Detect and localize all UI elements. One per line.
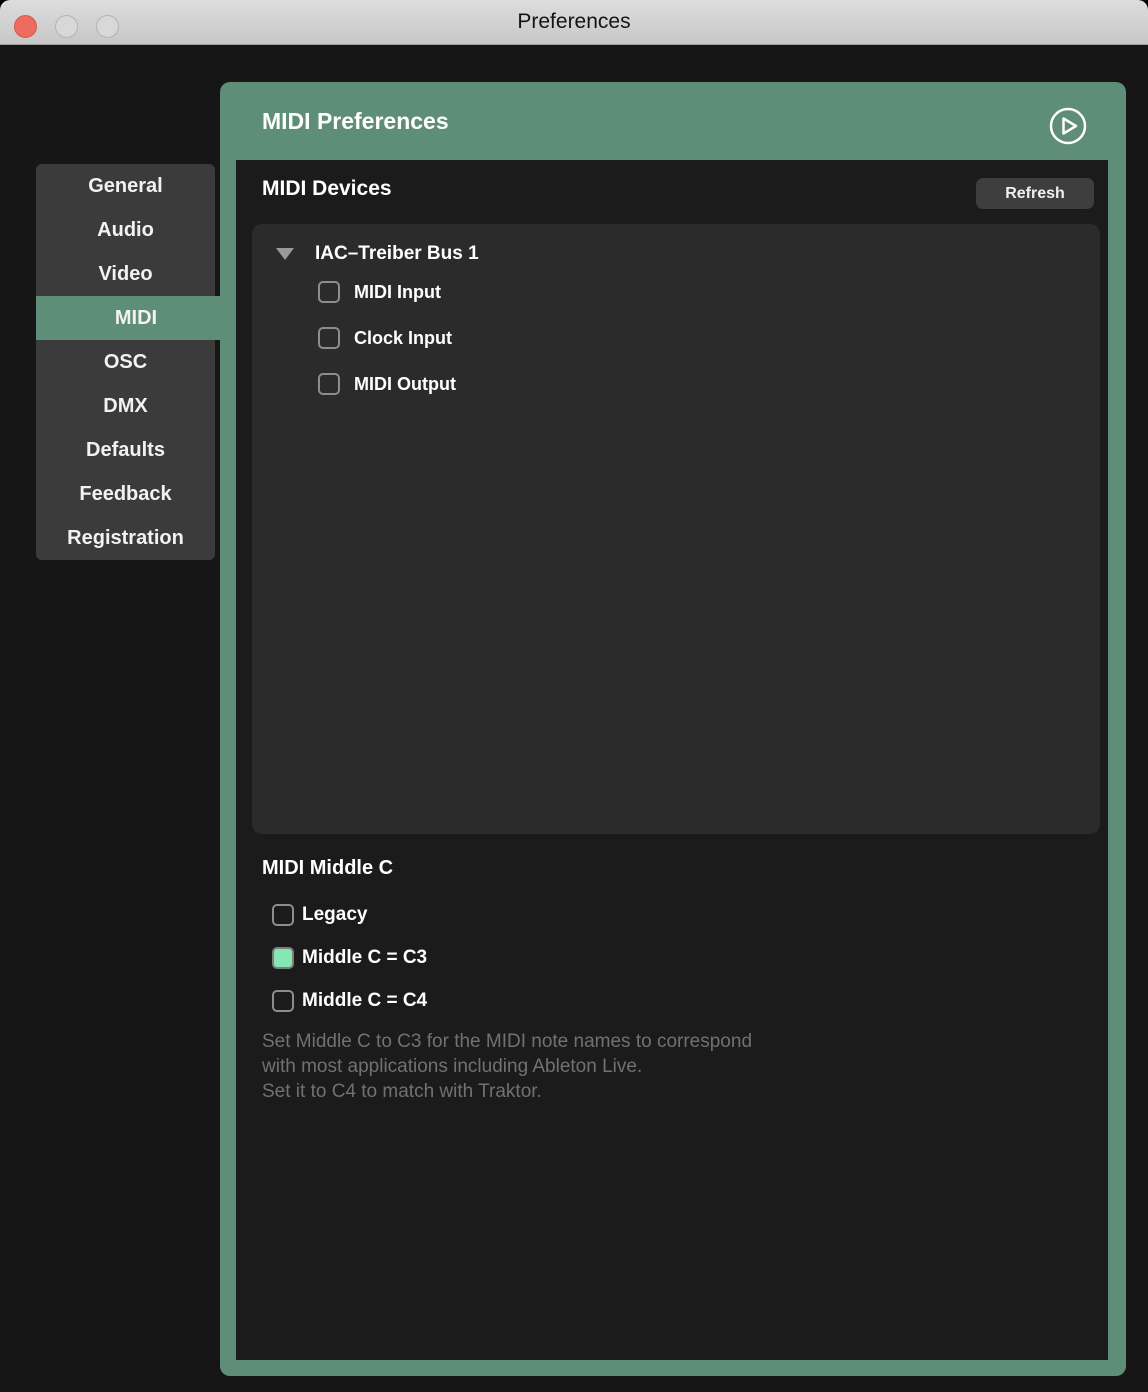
sidebar-item-osc[interactable]: OSC xyxy=(36,340,215,384)
middle-c-help-text: Set Middle C to C3 for the MIDI note nam… xyxy=(262,1029,752,1104)
midi-input-checkbox[interactable] xyxy=(318,281,340,303)
port-label: MIDI Input xyxy=(354,282,441,303)
middle-c-c3-checkbox[interactable] xyxy=(272,947,294,969)
zoom-button[interactable] xyxy=(96,15,119,38)
option-label: Legacy xyxy=(302,904,367,926)
midi-output-checkbox[interactable] xyxy=(318,373,340,395)
port-row-clock-input[interactable]: Clock Input xyxy=(318,315,1080,361)
option-row-middle-c-c3[interactable]: Middle C = C3 xyxy=(272,936,427,979)
middle-c-c4-checkbox[interactable] xyxy=(272,990,294,1012)
window-title: Preferences xyxy=(517,10,630,34)
sidebar-item-registration[interactable]: Registration xyxy=(36,516,215,560)
preferences-window: Preferences General Audio Video MIDI OSC… xyxy=(0,0,1148,1392)
option-label: Middle C = C3 xyxy=(302,947,427,969)
clock-input-checkbox[interactable] xyxy=(318,327,340,349)
minimize-button[interactable] xyxy=(55,15,78,38)
panel-title: MIDI Preferences xyxy=(262,82,449,160)
help-line: with most applications including Ableton… xyxy=(262,1054,752,1079)
sidebar-item-midi[interactable]: MIDI xyxy=(36,296,236,340)
close-button[interactable] xyxy=(14,15,37,38)
titlebar: Preferences xyxy=(0,0,1148,45)
sidebar-item-general[interactable]: General xyxy=(36,164,215,208)
panel-content: MIDI Devices Refresh IAC–Treiber Bus 1 M… xyxy=(236,160,1108,1360)
port-row-midi-input[interactable]: MIDI Input xyxy=(318,269,1080,315)
midi-preferences-panel: MIDI Preferences MIDI Devices Refresh IA… xyxy=(220,82,1126,1376)
option-label: Middle C = C4 xyxy=(302,990,427,1012)
option-row-legacy[interactable]: Legacy xyxy=(272,893,427,936)
port-row-midi-output[interactable]: MIDI Output xyxy=(318,361,1080,407)
sidebar-item-defaults[interactable]: Defaults xyxy=(36,428,215,472)
help-line: Set Middle C to C3 for the MIDI note nam… xyxy=(262,1029,752,1054)
traffic-lights xyxy=(14,15,119,38)
option-row-middle-c-c4[interactable]: Middle C = C4 xyxy=(272,979,427,1022)
sidebar-item-dmx[interactable]: DMX xyxy=(36,384,215,428)
sidebar-item-feedback[interactable]: Feedback xyxy=(36,472,215,516)
sidebar: General Audio Video MIDI OSC DMX Default… xyxy=(36,164,215,560)
port-label: MIDI Output xyxy=(354,374,456,395)
play-circle-icon[interactable] xyxy=(1048,106,1088,146)
refresh-button[interactable]: Refresh xyxy=(976,178,1094,209)
device-row[interactable]: IAC–Treiber Bus 1 xyxy=(272,239,1080,269)
midi-device-list: IAC–Treiber Bus 1 MIDI Input Clock Input… xyxy=(252,224,1100,834)
help-line: Set it to C4 to match with Traktor. xyxy=(262,1079,752,1104)
device-name: IAC–Treiber Bus 1 xyxy=(315,243,479,265)
port-label: Clock Input xyxy=(354,328,452,349)
sidebar-item-audio[interactable]: Audio xyxy=(36,208,215,252)
legacy-checkbox[interactable] xyxy=(272,904,294,926)
disclosure-triangle-icon[interactable] xyxy=(276,248,294,260)
midi-devices-heading: MIDI Devices xyxy=(262,177,392,201)
midi-middle-c-heading: MIDI Middle C xyxy=(262,857,393,880)
sidebar-item-video[interactable]: Video xyxy=(36,252,215,296)
middle-c-options: Legacy Middle C = C3 Middle C = C4 xyxy=(272,893,427,1022)
